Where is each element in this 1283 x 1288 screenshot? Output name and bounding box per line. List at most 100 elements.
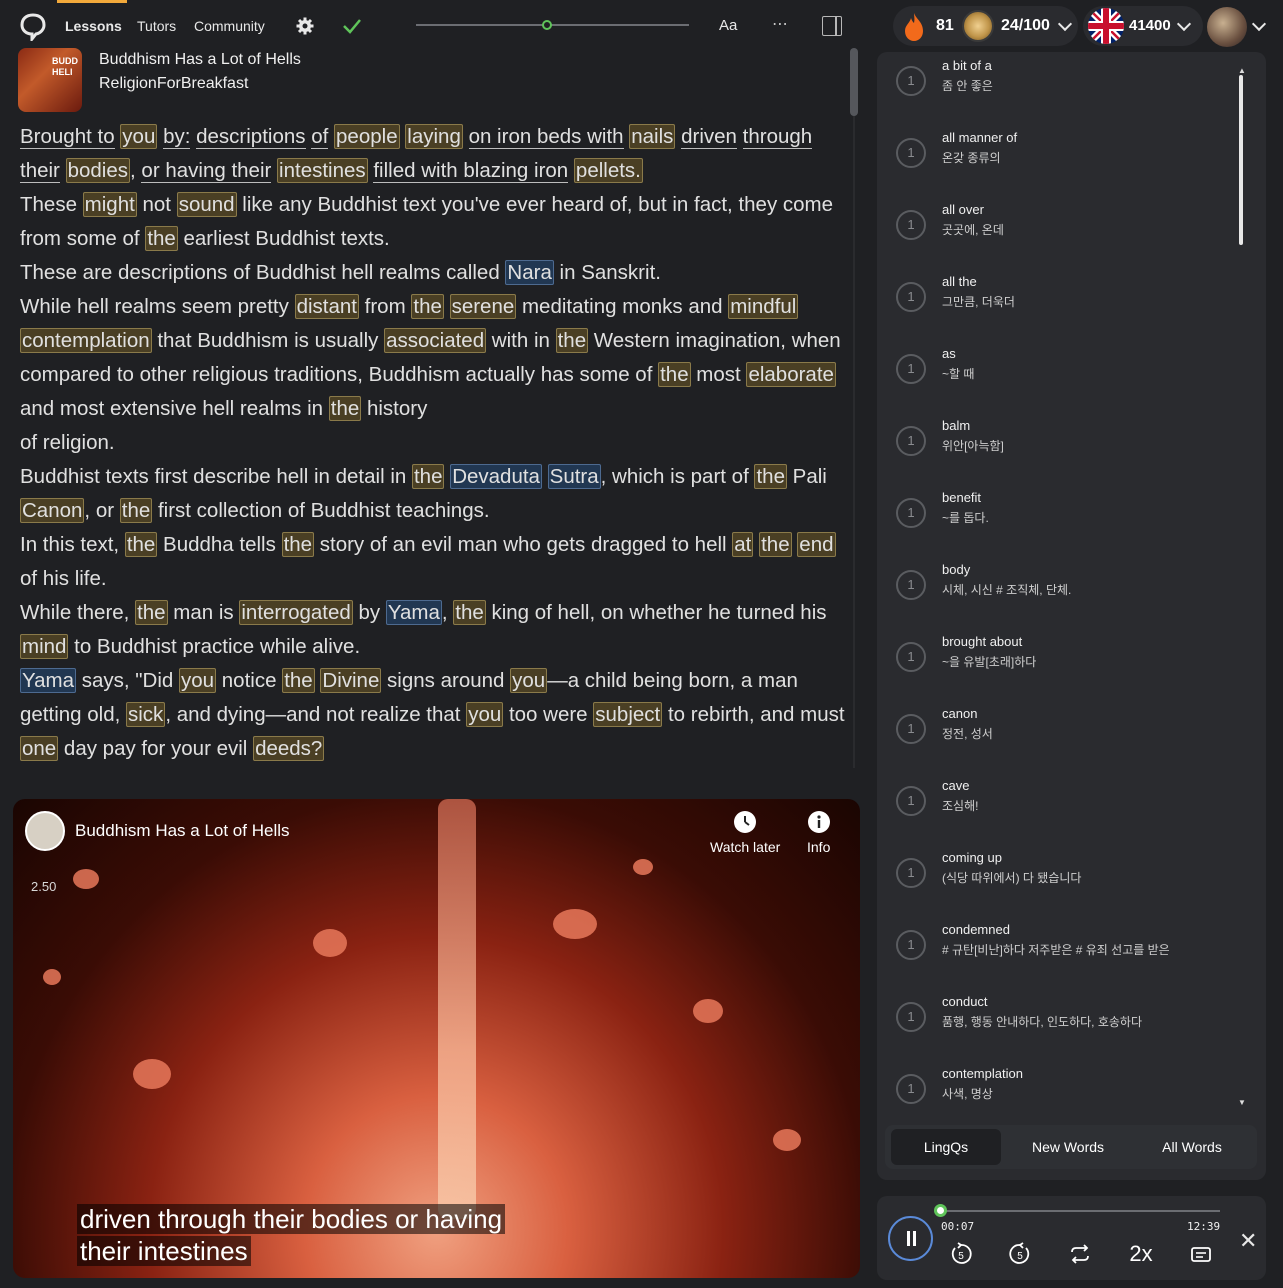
speed-icon[interactable]: 2x xyxy=(1127,1242,1155,1266)
gear-icon[interactable] xyxy=(296,17,314,35)
new-word[interactable]: Sutra xyxy=(547,464,601,489)
lingq-word[interactable]: the xyxy=(411,294,444,319)
lingq-word[interactable]: the xyxy=(282,668,315,693)
lingq-word[interactable]: you xyxy=(179,668,217,693)
word-status-badge[interactable]: 1 xyxy=(896,66,926,96)
lesson-channel[interactable]: ReligionForBreakfast xyxy=(99,75,248,93)
video-title[interactable]: Buddhism Has a Lot of Hells xyxy=(75,821,290,841)
phrase-segment[interactable]: descriptions xyxy=(196,125,306,149)
lingq-word[interactable]: Canon xyxy=(20,498,85,523)
word-status-badge[interactable]: 1 xyxy=(896,354,926,384)
watch-later-button[interactable]: Watch later xyxy=(710,811,780,855)
lingq-word[interactable]: the xyxy=(555,328,589,353)
lingq-word[interactable]: the xyxy=(411,464,445,489)
forward-5-icon[interactable]: 5 xyxy=(1008,1242,1032,1266)
word-status-badge[interactable]: 1 xyxy=(896,426,926,456)
word-status-badge[interactable]: 1 xyxy=(896,1002,926,1032)
video-player[interactable]: Buddhism Has a Lot of Hells Watch later … xyxy=(13,799,860,1278)
phrase-segment[interactable]: of xyxy=(311,125,329,149)
lingq-word[interactable]: elaborate xyxy=(746,362,836,387)
word-status-badge[interactable]: 1 xyxy=(896,498,926,528)
lingq-word[interactable]: the xyxy=(658,362,691,387)
word-status-badge[interactable]: 1 xyxy=(896,570,926,600)
phrase-segment[interactable]: by: xyxy=(163,125,191,149)
lingq-word[interactable]: the xyxy=(328,396,362,421)
word-status-badge[interactable]: 1 xyxy=(896,282,926,312)
avatar[interactable] xyxy=(1207,7,1247,47)
lingq-word[interactable]: end xyxy=(797,532,836,557)
scroll-down-arrow[interactable]: ▼ xyxy=(1238,1098,1246,1107)
daily-goal[interactable]: 24/100 xyxy=(1001,17,1050,35)
chevron-down-icon[interactable] xyxy=(1251,16,1267,32)
lingq-word[interactable]: the xyxy=(145,226,178,251)
new-word[interactable]: Devaduta xyxy=(450,464,542,489)
uk-flag-icon[interactable] xyxy=(1088,8,1124,44)
lingq-word[interactable]: mindful xyxy=(728,294,799,319)
lingq-word[interactable]: distant xyxy=(294,294,359,319)
lingq-word[interactable]: nails xyxy=(629,124,676,149)
new-word[interactable]: Nara xyxy=(505,260,554,285)
nav-community[interactable]: Community xyxy=(194,18,265,34)
tab-all-words[interactable]: All Words xyxy=(1135,1129,1249,1165)
lingq-word[interactable]: the xyxy=(754,464,787,489)
word-status-badge[interactable]: 1 xyxy=(896,930,926,960)
info-button[interactable]: Info xyxy=(807,811,830,855)
lingq-word[interactable]: the xyxy=(124,532,158,557)
reader-scrollbar[interactable] xyxy=(850,48,858,116)
word-status-badge[interactable]: 1 xyxy=(896,786,926,816)
lingq-word[interactable]: deeds? xyxy=(253,736,325,761)
lingq-logo-icon[interactable] xyxy=(20,13,46,41)
repeat-icon[interactable] xyxy=(1068,1242,1092,1266)
sidebar-toggle-icon[interactable] xyxy=(822,16,842,36)
reader-scroll-track[interactable] xyxy=(853,48,855,768)
phrase-segment[interactable]: Brought to xyxy=(20,125,115,149)
lingq-word[interactable]: the xyxy=(119,498,153,523)
word-status-badge[interactable]: 1 xyxy=(896,138,926,168)
pause-button[interactable] xyxy=(888,1216,933,1261)
lingq-word[interactable]: the xyxy=(759,532,792,557)
word-status-badge[interactable]: 1 xyxy=(896,714,926,744)
lingq-word[interactable]: laying xyxy=(405,124,463,149)
word-status-badge[interactable]: 1 xyxy=(896,1074,926,1104)
lingq-word[interactable]: one xyxy=(20,736,59,761)
phrase-segment[interactable]: filled with blazing iron xyxy=(373,159,569,183)
lingq-word[interactable]: interrogated xyxy=(239,600,353,625)
channel-avatar[interactable] xyxy=(25,811,65,851)
lingq-word[interactable]: people xyxy=(334,124,400,149)
lingq-word[interactable]: at xyxy=(732,532,754,557)
word-status-badge[interactable]: 1 xyxy=(896,642,926,672)
phrase-segment[interactable]: driven xyxy=(681,125,737,149)
new-word[interactable]: Yama xyxy=(20,668,77,693)
phrase-segment[interactable]: or having their xyxy=(141,159,272,183)
lingq-word[interactable]: contemplation xyxy=(20,328,152,353)
nav-lessons[interactable]: Lessons xyxy=(65,18,122,34)
rewind-5-icon[interactable]: 5 xyxy=(949,1242,973,1266)
lingq-word[interactable]: sound xyxy=(176,192,237,217)
lingq-word[interactable]: bodies xyxy=(65,158,131,183)
lingq-word[interactable]: Divine xyxy=(320,668,382,693)
lingq-word[interactable]: sick xyxy=(126,702,166,727)
lingq-word[interactable]: the xyxy=(281,532,315,557)
reading-progress-thumb[interactable] xyxy=(542,20,553,30)
lingq-word[interactable]: the xyxy=(135,600,168,625)
audio-progress-thumb[interactable] xyxy=(933,1204,947,1217)
lingq-word[interactable]: you xyxy=(466,702,504,727)
lingq-word[interactable]: pellets. xyxy=(573,158,643,183)
more-options-button[interactable]: ⋯ xyxy=(772,14,789,34)
tab-new-words[interactable]: New Words xyxy=(1011,1129,1125,1165)
phrase-segment[interactable]: on iron beds with xyxy=(468,125,624,149)
check-icon[interactable] xyxy=(342,17,362,35)
lingq-word[interactable]: intestines xyxy=(277,158,368,183)
lingq-word[interactable]: might xyxy=(82,192,137,217)
tab-lingqs[interactable]: LingQs xyxy=(891,1129,1001,1165)
nav-tutors[interactable]: Tutors xyxy=(137,18,176,34)
lingq-word[interactable]: you xyxy=(120,124,158,149)
lingq-word[interactable]: serene xyxy=(449,294,517,319)
lingq-word[interactable]: subject xyxy=(593,702,663,727)
lingq-word[interactable]: the xyxy=(453,600,486,625)
audio-progress-track[interactable] xyxy=(937,1210,1220,1212)
word-status-badge[interactable]: 1 xyxy=(896,210,926,240)
lingq-word[interactable]: you xyxy=(510,668,548,693)
word-list-scrollbar[interactable] xyxy=(1239,75,1243,245)
reading-progress-track[interactable] xyxy=(416,24,689,26)
